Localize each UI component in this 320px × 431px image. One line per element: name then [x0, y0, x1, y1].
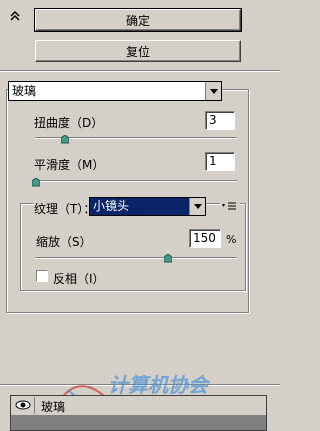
layer-name: 玻璃 [41, 400, 66, 414]
texture-label: 纹理（T）： [34, 200, 98, 217]
separator [0, 70, 280, 72]
scaling-label: 缩放（S） [36, 235, 92, 249]
scaling-slider-track[interactable] [35, 257, 237, 259]
collapse-chevron-icon[interactable] [8, 10, 22, 24]
chevron-down-icon[interactable] [189, 198, 205, 215]
layer-row[interactable]: 玻璃 [11, 396, 266, 416]
reset-button[interactable]: 复位 [35, 40, 241, 62]
chevron-down-icon[interactable] [205, 82, 221, 100]
separator [0, 384, 280, 386]
texture-select[interactable]: 小镜头 [89, 197, 206, 216]
filter-select[interactable]: 玻璃 [8, 81, 222, 101]
smoothness-input[interactable]: 1 [205, 152, 235, 171]
layers-panel: 玻璃 [10, 395, 267, 431]
filter-select-value: 玻璃 [12, 84, 37, 98]
ok-button[interactable]: 确定 [34, 8, 242, 32]
scaling-input[interactable]: 150 [189, 229, 221, 248]
smoothness-slider-track[interactable] [35, 180, 237, 182]
invert-checkbox[interactable] [36, 270, 48, 282]
distortion-label: 扭曲度（D） [34, 116, 104, 130]
scaling-slider-thumb[interactable] [163, 252, 173, 263]
eye-icon[interactable] [13, 397, 35, 414]
smoothness-slider-thumb[interactable] [31, 176, 41, 187]
smoothness-label: 平滑度（M） [34, 158, 105, 172]
texture-select-value: 小镜头 [93, 199, 130, 213]
distortion-slider-thumb[interactable] [60, 133, 70, 144]
scaling-unit: % [226, 233, 237, 246]
invert-label: 反相（I） [53, 272, 105, 286]
distortion-input[interactable]: 3 [205, 111, 235, 130]
flyout-menu-icon[interactable] [220, 200, 240, 212]
